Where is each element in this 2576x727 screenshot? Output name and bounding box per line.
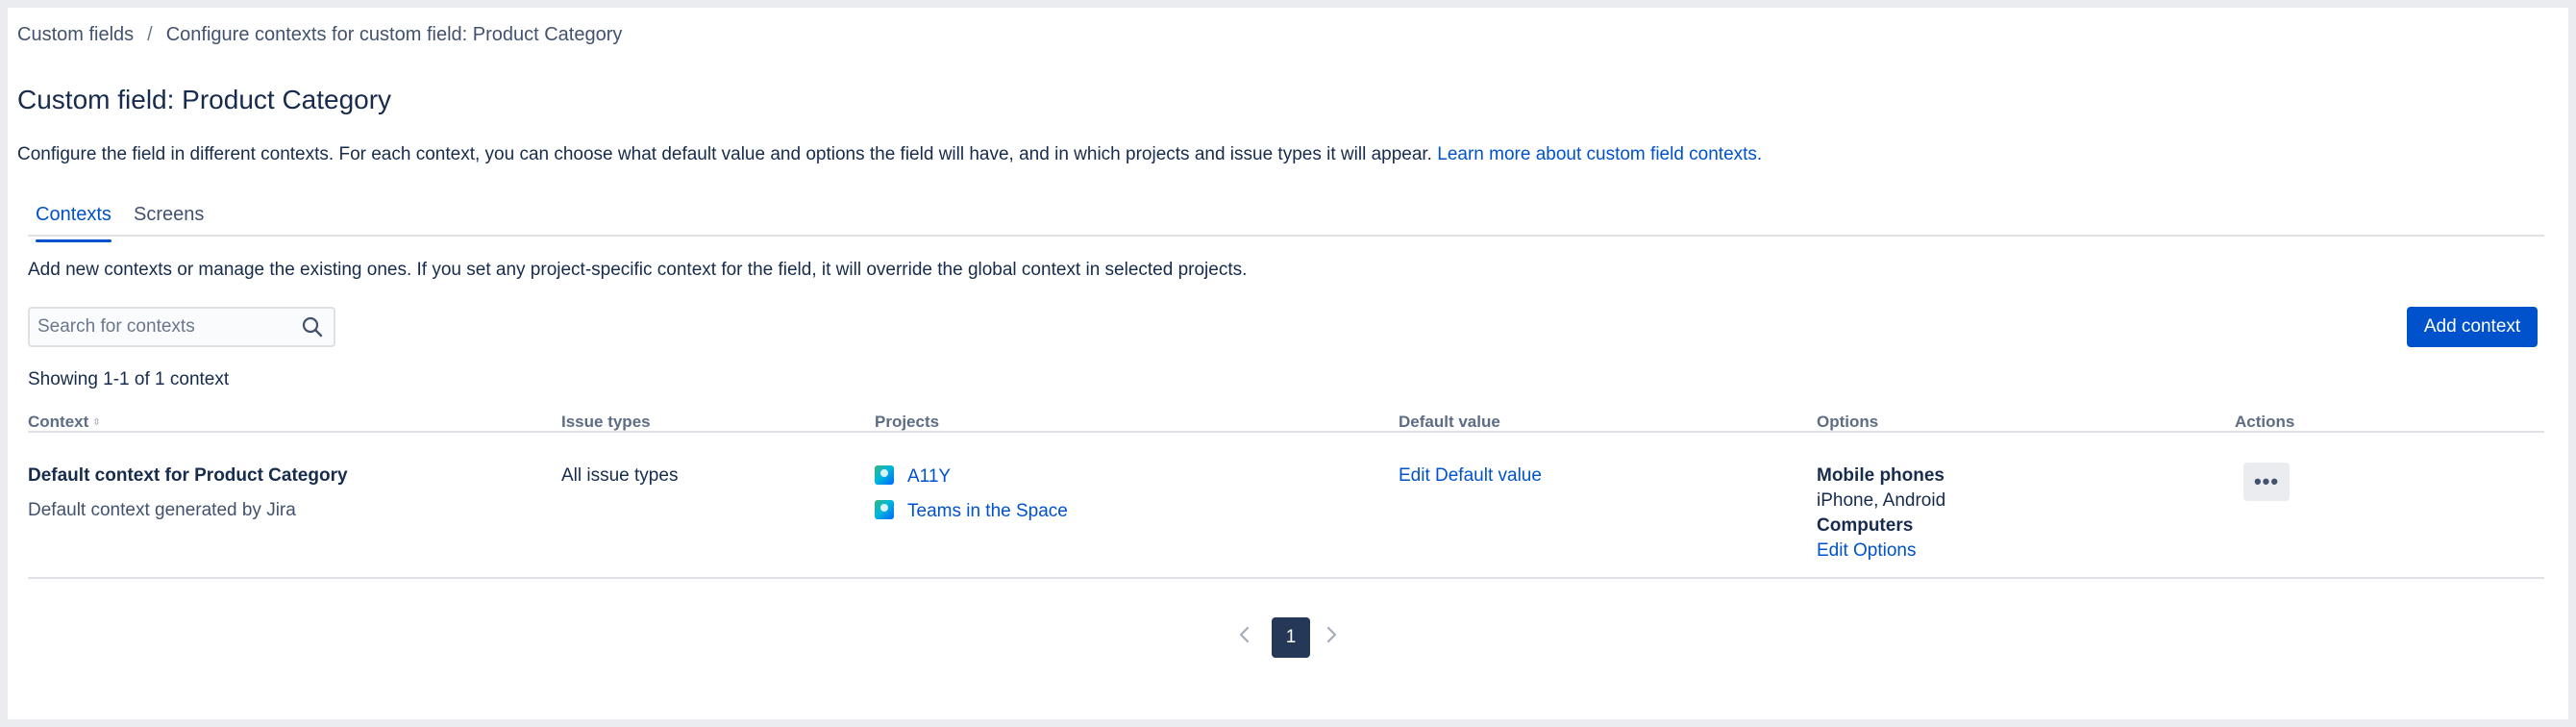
search-icon[interactable]	[301, 315, 324, 338]
header-divider	[28, 431, 2544, 433]
search-input[interactable]	[37, 309, 287, 345]
edit-default-value-link[interactable]: Edit Default value	[1399, 465, 1542, 487]
project-avatar-icon	[875, 465, 894, 485]
column-header-issue-types: Issue types	[561, 413, 651, 431]
column-header-projects: Projects	[875, 413, 940, 431]
option-computers: Computers	[1817, 515, 1914, 536]
page-title: Custom field: Product Category	[17, 85, 392, 114]
breadcrumb: Custom fields / Configure contexts for cus…	[17, 24, 622, 46]
issue-types-value: All issue types	[561, 465, 679, 486]
project-name[interactable]: A11Y	[907, 466, 951, 487]
page-description: Configure the field in different context…	[17, 144, 1762, 165]
row-divider	[28, 577, 2544, 579]
add-context-button[interactable]: Add context	[2407, 307, 2538, 347]
column-header-actions: Actions	[2235, 413, 2295, 431]
context-name: Default context for Product Category	[28, 465, 348, 486]
breadcrumb-current: Configure contexts for custom field: Pro…	[165, 24, 623, 45]
sort-icon[interactable]: ⇳	[92, 417, 100, 428]
edit-options-link[interactable]: Edit Options	[1817, 540, 1917, 562]
project-link-teams-in-the-space[interactable]: Teams in the Space	[875, 500, 1068, 522]
breadcrumb-custom-fields[interactable]: Custom fields	[17, 24, 134, 45]
page-frame: Custom fields / Configure contexts for cus…	[8, 8, 2568, 719]
tab-screens[interactable]: Screens	[134, 204, 204, 226]
project-avatar-icon	[875, 500, 894, 519]
description-text: Configure the field in different context…	[17, 144, 1432, 164]
page-1-button[interactable]: 1	[1272, 617, 1310, 658]
chevron-left-icon[interactable]	[1233, 623, 1256, 646]
more-actions-button[interactable]: •••	[2243, 463, 2290, 501]
context-description: Default context generated by Jira	[28, 500, 296, 520]
contexts-description: Add new contexts or manage the existing …	[28, 260, 1248, 280]
results-count: Showing 1-1 of 1 context	[28, 369, 230, 389]
column-header-context-label: Context	[28, 413, 89, 431]
breadcrumb-separator: /	[147, 24, 153, 45]
tab-bar: Contexts Screens	[28, 196, 2544, 242]
project-link-a11y[interactable]: A11Y	[875, 465, 951, 488]
project-name[interactable]: Teams in the Space	[907, 501, 1068, 521]
option-mobile-phones-children: iPhone, Android	[1817, 490, 1946, 511]
chevron-right-icon[interactable]	[1320, 623, 1343, 646]
learn-more-link[interactable]: Learn more about custom field contexts.	[1437, 144, 1762, 164]
tab-contexts[interactable]: Contexts	[36, 204, 111, 242]
search-field	[28, 307, 335, 347]
column-header-context[interactable]: Context ⇳	[28, 413, 101, 432]
option-mobile-phones: Mobile phones	[1817, 465, 1944, 486]
column-header-default-value: Default value	[1399, 413, 1500, 431]
column-header-options: Options	[1817, 413, 1879, 431]
